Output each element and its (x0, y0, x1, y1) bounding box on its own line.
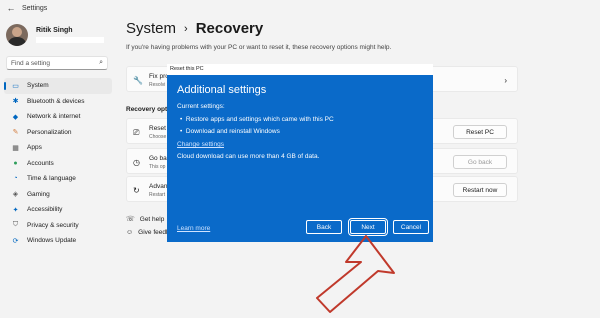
monitor-icon: ▭ (12, 82, 19, 90)
advanced-startup-icon: ↻ (133, 186, 140, 195)
sidebar-item-personalization[interactable]: ✎ Personalization (4, 125, 112, 141)
sidebar-item-label: Accessibility (27, 206, 63, 214)
user-name: Ritik Singh (36, 27, 73, 34)
learn-more-link[interactable]: Learn more (177, 225, 210, 232)
sidebar-item-system[interactable]: ▭ System (4, 78, 112, 94)
sidebar-item-label: Bluetooth & devices (27, 97, 85, 105)
shield-icon: ⛉ (12, 221, 19, 229)
sidebar-item-time-language[interactable]: ◔ Time & language (4, 171, 112, 187)
sidebar-item-label: System (27, 82, 49, 90)
option-subtitle: Restart (149, 192, 166, 198)
sidebar-item-label: Apps (27, 144, 42, 152)
back-arrow-icon[interactable]: ← (4, 3, 18, 13)
reset-pc-icon: ⎚ (133, 128, 140, 137)
page-title: Recovery (195, 20, 264, 37)
avatar (6, 24, 28, 46)
bullet-text: Download and reinstall Windows (185, 128, 280, 135)
option-button: Go back (453, 155, 507, 169)
sidebar-item-label: Personalization (27, 128, 72, 136)
sidebar-item-bluetooth-devices[interactable]: ✱ Bluetooth & devices (4, 94, 112, 110)
breadcrumb: System › Recovery (126, 20, 263, 37)
apps-icon: ▦ (12, 144, 19, 152)
bullet-text: Restore apps and settings which came wit… (185, 116, 334, 123)
search-icon: ⌕ (99, 59, 103, 66)
help-link[interactable]: ☏ Get help (126, 215, 165, 224)
option-button[interactable]: Restart now (453, 183, 507, 197)
back-button[interactable]: Back (306, 220, 342, 234)
person-icon: ● (13, 159, 18, 167)
sidebar-item-network-internet[interactable]: ◆ Network & internet (4, 109, 112, 125)
fix-card-subtitle: Resolvi (149, 82, 166, 88)
search-input[interactable]: Find a setting ⌕ (6, 56, 108, 70)
option-button[interactable]: Reset PC (453, 125, 507, 139)
sidebar-item-accounts[interactable]: ● Accounts (4, 156, 112, 172)
sidebar-item-label: Gaming (27, 190, 50, 198)
user-profile[interactable]: Ritik Singh (6, 24, 104, 46)
sidebar-item-apps[interactable]: ▦ Apps (4, 140, 112, 156)
settings-bullet-1: • Restore apps and settings which came w… (180, 116, 334, 123)
sidebar-item-gaming[interactable]: ◈ Gaming (4, 187, 112, 203)
sidebar-item-label: Privacy & security (27, 221, 79, 229)
user-email-redacted (36, 37, 104, 43)
data-usage-note: Cloud download can use more than 4 GB of… (177, 153, 320, 160)
cancel-button[interactable]: Cancel (393, 220, 429, 234)
page-subtitle: If you're having problems with your PC o… (126, 44, 392, 51)
help-link-label: Give feedb (138, 229, 170, 236)
sidebar-item-label: Network & internet (27, 113, 81, 121)
wrench-icon: 🔧 (133, 76, 143, 85)
network-icon: ◆ (12, 113, 19, 121)
dialog-titlebar: Reset this PC (167, 64, 433, 75)
dialog-heading: Additional settings (177, 84, 267, 96)
history-icon: ◷ (133, 158, 140, 167)
help-link[interactable]: ☺ Give feedb (126, 229, 170, 236)
sidebar-item-label: Accounts (27, 159, 54, 167)
option-title: Advan (149, 183, 168, 190)
reset-pc-dialog: Reset this PC Additional settings Curren… (167, 64, 433, 242)
pointer-arrow-icon (316, 235, 395, 313)
bluetooth-icon: ✱ (12, 98, 19, 106)
feedback-icon: ☺ (126, 229, 134, 236)
gamepad-icon: ◈ (12, 191, 19, 199)
brush-icon: ✎ (12, 129, 19, 137)
sidebar-item-label: Windows Update (27, 237, 77, 245)
breadcrumb-separator: › (184, 22, 188, 35)
app-title: Settings (22, 4, 48, 12)
option-subtitle: This op (149, 164, 166, 170)
current-settings-label: Current settings: (177, 103, 225, 110)
change-settings-link[interactable]: Change settings (177, 141, 224, 148)
window-titlebar: ← Settings (0, 0, 600, 16)
search-placeholder: Find a setting (11, 59, 51, 67)
settings-bullet-2: • Download and reinstall Windows (180, 128, 280, 135)
fix-card-title: Fix pro (149, 73, 169, 80)
sidebar-item-label: Time & language (27, 175, 76, 183)
help-icon: ☏ (126, 216, 135, 223)
update-icon: ⟳ (12, 237, 19, 245)
accessibility-icon: ✦ (12, 206, 19, 214)
help-link-label: Get help (139, 215, 165, 223)
sidebar-item-windows-update[interactable]: ⟳ Windows Update (4, 233, 112, 249)
sidebar-item-accessibility[interactable]: ✦ Accessibility (4, 202, 112, 218)
sidebar-nav: ▭ System ✱ Bluetooth & devices ◆ Network & in… (4, 78, 112, 249)
breadcrumb-parent[interactable]: System (126, 20, 176, 37)
next-button[interactable]: Next (348, 218, 388, 236)
recovery-options-label: Recovery optio (126, 106, 173, 113)
chevron-right-icon: › (504, 76, 507, 85)
clock-globe-icon: ◔ (13, 175, 18, 183)
option-title: Reset (149, 125, 166, 132)
profile-info: Ritik Singh (36, 27, 104, 43)
sidebar-item-privacy-security[interactable]: ⛉ Privacy & security (4, 218, 112, 234)
option-subtitle: Choose (149, 134, 167, 140)
option-title: Go ba (149, 155, 167, 162)
